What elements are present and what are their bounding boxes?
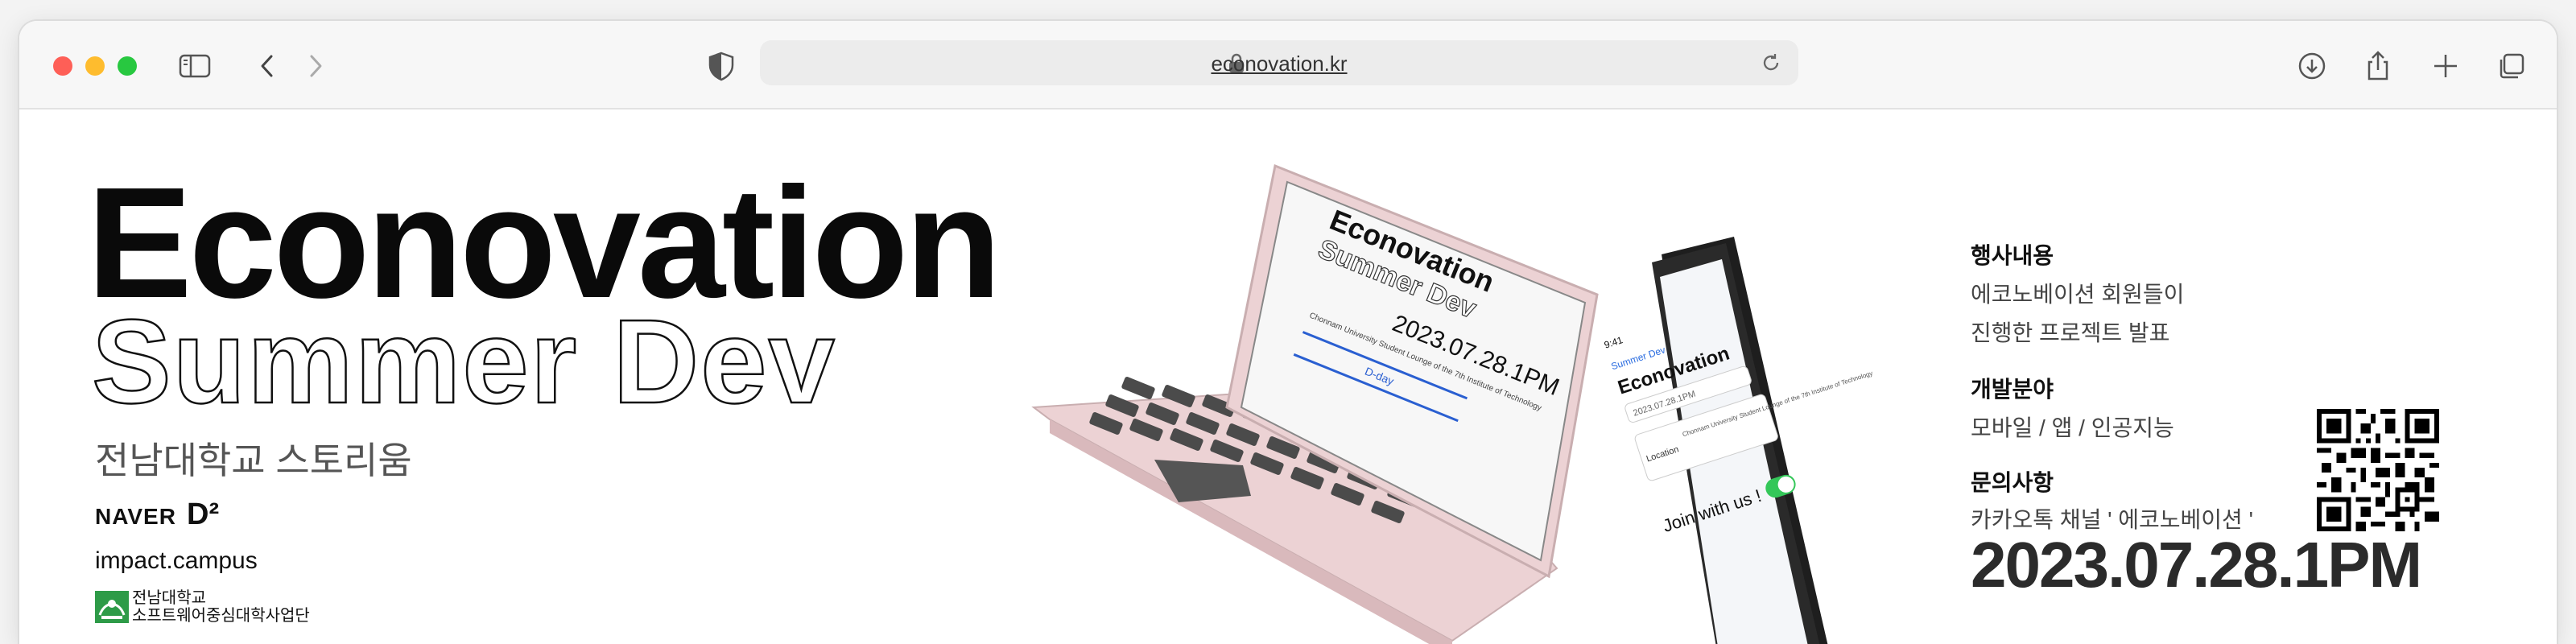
- device-mockup-illustration: Econovation Summer Dev 2023.07.28.1PM Ch…: [1001, 142, 1887, 644]
- reload-icon[interactable]: [1758, 50, 1784, 76]
- address-bar[interactable]: econovation.kr: [760, 40, 1798, 85]
- url-text[interactable]: econovation.kr: [760, 52, 1798, 76]
- forward-icon[interactable]: [298, 48, 333, 84]
- field-text: 모바일 / 앱 / 인공지능: [1971, 415, 2174, 440]
- contact-heading: 문의사항: [1971, 470, 2054, 495]
- share-icon[interactable]: [2360, 48, 2396, 84]
- close-window-button[interactable]: [53, 56, 72, 76]
- page-content: Econovation Summer Dev 전남대학교 스토리움 NAVER …: [19, 109, 2557, 644]
- jnu-sw-logo: 전남대학교 소프트웨어중심대학사업단: [95, 589, 336, 630]
- field-heading: 개발분야: [1971, 377, 2054, 402]
- download-icon[interactable]: [2294, 48, 2330, 84]
- qr-code[interactable]: [2317, 409, 2439, 531]
- venue-text: 전남대학교 스토리움: [95, 440, 412, 481]
- d2-logo: D²: [187, 497, 220, 531]
- sidebar-icon[interactable]: [177, 48, 213, 84]
- shield-icon[interactable]: [704, 48, 739, 84]
- laptop-illustration: Econovation Summer Dev 2023.07.28.1PM Ch…: [1031, 163, 1599, 644]
- browser-toolbar: econovation.kr: [19, 21, 2557, 109]
- impact-campus-logo: impact.campus: [95, 547, 258, 574]
- event-heading: 행사내용: [1971, 243, 2054, 268]
- jnu-logo-line1: 전남대학교: [132, 589, 206, 607]
- tabs-overview-icon[interactable]: [2494, 48, 2529, 84]
- event-line2: 진행한 프로젝트 발표: [1971, 320, 2170, 345]
- zoom-window-button[interactable]: [118, 56, 137, 76]
- phone-time: 9:41: [1603, 334, 1624, 351]
- jnu-emblem-icon: [95, 591, 129, 623]
- phone-illustration: 9:41 Summer Dev Econovation 2023.07.28.1…: [1603, 237, 1873, 644]
- browser-window: econovation.kr Econovation Summer Dev 전남…: [19, 21, 2557, 644]
- hero-subtitle: Summer Dev: [91, 295, 836, 428]
- naver-logo: NAVER: [95, 504, 176, 529]
- event-line1: 에코노베이션 회원들이: [1971, 282, 2185, 307]
- new-tab-icon[interactable]: [2428, 48, 2463, 84]
- minimize-window-button[interactable]: [85, 56, 105, 76]
- back-icon[interactable]: [250, 48, 285, 84]
- event-date: 2023.07.28.1PM: [1971, 529, 2422, 601]
- jnu-logo-line2: 소프트웨어중심대학사업단: [132, 607, 310, 625]
